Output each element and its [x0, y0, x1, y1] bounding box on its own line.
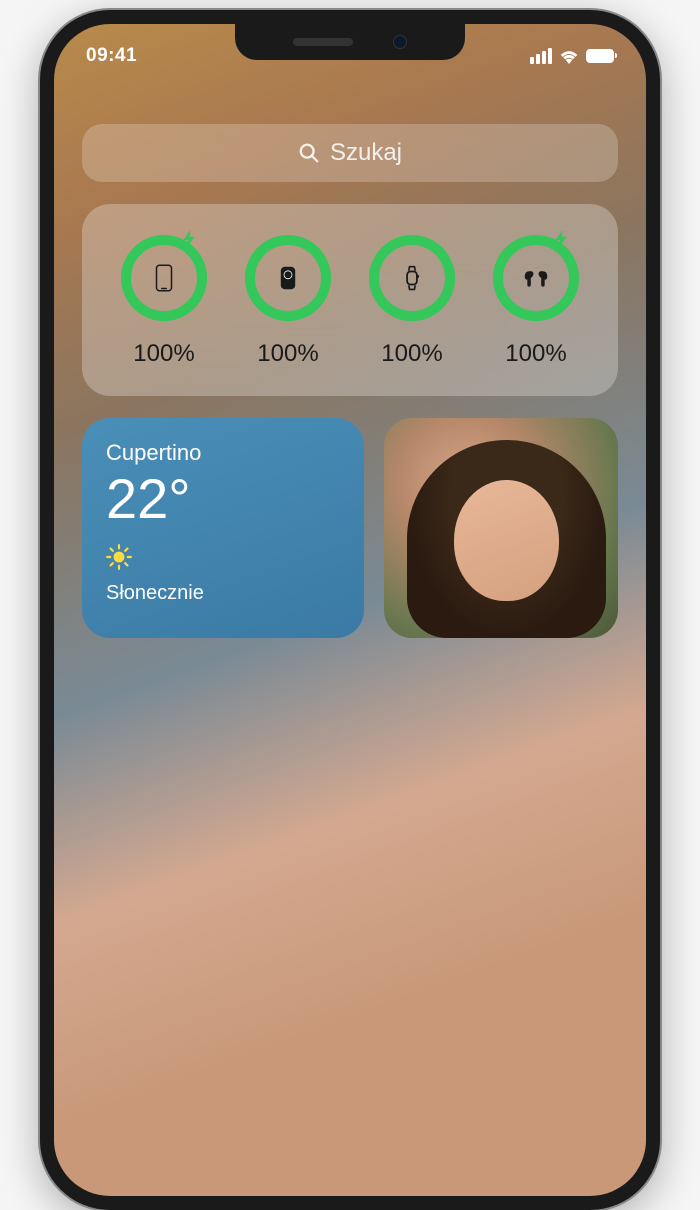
sun-icon [106, 544, 340, 576]
phone-frame: 09:41 Szukaj [40, 10, 660, 1210]
photos-widget[interactable] [384, 418, 618, 638]
battery-percent-label: 100% [381, 340, 442, 368]
device-magsafe: 100% [244, 234, 332, 368]
iphone-icon [144, 258, 184, 298]
airpods-icon [516, 258, 556, 298]
batteries-widget[interactable]: 100% [82, 204, 618, 396]
battery-percent-label: 100% [257, 340, 318, 368]
battery-percent-label: 100% [133, 340, 194, 368]
charging-bolt-icon [180, 230, 198, 248]
charging-bolt-icon [552, 230, 570, 248]
notch-speaker [293, 38, 353, 46]
notch-camera [393, 35, 407, 49]
weather-temperature: 22° [106, 468, 340, 530]
weather-widget[interactable]: Cupertino 22° Słone [82, 418, 364, 638]
magsafe-battery-icon [268, 258, 308, 298]
notch [235, 24, 465, 60]
search-placeholder: Szukaj [330, 139, 402, 167]
weather-condition: Słonecznie [106, 582, 340, 605]
device-watch: 100% [368, 234, 456, 368]
status-icons [530, 48, 614, 64]
photo-portrait [384, 418, 618, 638]
apple-watch-icon [392, 258, 432, 298]
weather-city: Cupertino [106, 440, 340, 466]
device-airpods: 100% [492, 234, 580, 368]
wifi-icon [559, 49, 579, 64]
device-iphone: 100% [120, 234, 208, 368]
search-bar[interactable]: Szukaj [82, 124, 618, 182]
cellular-signal-icon [530, 48, 552, 64]
phone-screen: 09:41 Szukaj [54, 24, 646, 1196]
search-icon [298, 142, 320, 164]
status-time: 09:41 [86, 45, 137, 67]
battery-percent-label: 100% [505, 340, 566, 368]
battery-status-icon [586, 49, 614, 63]
